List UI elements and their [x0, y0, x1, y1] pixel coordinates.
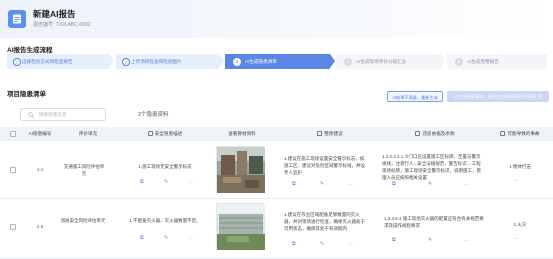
row-actions: ⧉ ✎ … [392, 181, 482, 187]
col-photo: 查看教材资料 [228, 131, 256, 136]
copy-icon[interactable]: ⧉ [392, 181, 396, 187]
report-logo-icon [8, 10, 26, 28]
row-actions: … [514, 235, 524, 241]
step-arrow [109, 54, 114, 68]
col-unit: 评价单元 [78, 131, 98, 136]
edit-icon[interactable]: ✎ [428, 237, 432, 243]
hazard-code: 1-2 [36, 224, 44, 229]
hazard-desc: 1.施工现场无安全警示标志 [138, 164, 192, 169]
suggestion: 1.建议在施工现场设置安全警示标志，如施工区、建议对危险区域警示标线，并设专人监… [284, 156, 365, 175]
row-actions: ⧉ ✎ … [392, 237, 482, 243]
row-checkbox[interactable] [10, 167, 16, 173]
check-icon: ✓ [13, 57, 21, 66]
edit-icon [500, 131, 506, 136]
consequence: 1.物体打击 [509, 164, 531, 169]
report-number-value: TXJLABC-0002 [55, 22, 91, 28]
step-arrow [441, 54, 446, 68]
table-header: AI隐患编号 评价单元 安全隐患描述 查看教材资料 整改建议 违反依据及条款 可… [0, 127, 553, 141]
table-row: 1-1 交通施工风险评估单元 1.施工现场无安全警示标志 ⧉ ✎ … 1.建议在… [0, 141, 553, 199]
hazard-photo[interactable] [216, 146, 265, 193]
step-arrow [219, 54, 224, 68]
suggestion: 1.建议在作业区域配备足够数量的灭火器，并对现场进行检查，确保灭火器处于可用状态… [284, 212, 365, 231]
row-actions: ⧉ ✎ … [140, 179, 200, 185]
step-5[interactable]: 5 AI生成完整报告 [447, 54, 547, 69]
more-icon[interactable]: … [514, 235, 519, 241]
more-icon[interactable]: … [188, 179, 193, 185]
row-checkbox[interactable] [10, 224, 16, 230]
step-4[interactable]: 4 AI生成现场评价分级汇总 [336, 54, 441, 69]
edit-icon[interactable]: ✎ [320, 241, 324, 247]
step-2[interactable]: ✓ 上传项目检查和检验图片 [116, 54, 219, 69]
select-all-checkbox[interactable] [10, 131, 16, 137]
hazard-count: 2个隐患资料 [138, 112, 169, 118]
next-step-button[interactable]: 以生成隐患清单，现在去生成现场评价分级汇总 [447, 91, 549, 102]
step-number: 4 [344, 57, 352, 66]
eval-unit: 消防安全风险评估单元 [60, 218, 106, 223]
eval-unit: 交通施工风险评估单元 [63, 164, 105, 176]
copy-icon[interactable]: ⧉ [140, 235, 144, 241]
page-header: 新建AI报告 报告编号: TXJLABC-0002 [0, 0, 553, 38]
row-actions: ⧉ ✎ … [140, 235, 200, 241]
more-icon[interactable]: … [348, 241, 353, 247]
copy-icon[interactable]: ⧉ [392, 237, 396, 243]
report-number-label: 报告编号 [33, 22, 54, 28]
regenerate-button[interactable]: AI结果不满意，重新生成 [387, 91, 443, 102]
copy-icon[interactable]: ⧉ [292, 241, 296, 247]
edit-icon[interactable]: ✎ [320, 181, 324, 187]
violation-basis: 1.3.2.4.2.1 ②门口应设置施工区标牌，至置与警示视线，注意行人...安… [382, 154, 481, 180]
violation-basis: 1.2.3.6.4 施工现场灭火器的配置应符合有关规范要求及操作规程要求 [384, 216, 484, 228]
process-steps: ✓ 选择检验方式和检查报告 ✓ 上传项目检查和检验图片 3 AI生成隐患清单 4… [7, 54, 547, 69]
copy-icon[interactable]: ⧉ [140, 179, 144, 185]
row-actions: ⧉ ✎ … [292, 241, 362, 247]
copy-icon[interactable]: ⧉ [292, 181, 296, 187]
hazard-code: 1-1 [36, 167, 44, 172]
edit-icon[interactable]: ✎ [428, 181, 432, 187]
page-title: 新建AI报告 [33, 9, 76, 19]
hazard-photo[interactable] [216, 203, 265, 250]
col-desc: 安全隐患描述 [125, 127, 205, 141]
col-basis: 违反依据及条款 [380, 127, 490, 141]
more-icon[interactable]: … [188, 235, 193, 241]
step-arrow [330, 54, 335, 68]
col-code: AI隐患编号 [28, 131, 52, 136]
more-icon[interactable]: … [464, 181, 469, 187]
table-row: 1-2 消防安全风险评估单元 1.不配备灭火器，灭火器数量不足。 ⧉ ✎ … 1… [0, 199, 553, 259]
col-consequence: 可能导致的事故 [490, 127, 550, 141]
edit-icon [415, 131, 421, 136]
step-3[interactable]: 3 AI生成隐患清单 [225, 54, 330, 69]
process-title: AI报告生成流程 [7, 47, 53, 54]
more-icon[interactable]: … [348, 181, 353, 187]
consequence: 1.火灾 [513, 222, 527, 227]
step-label: AI生成完整报告 [467, 59, 499, 64]
search-icon [28, 112, 34, 119]
hazard-list-title: 项目隐患清单 [7, 91, 46, 98]
check-icon: ✓ [122, 57, 130, 66]
step-label: 上传项目检查和检验图片 [131, 59, 182, 64]
step-label: AI生成现场评价分级汇总 [356, 59, 407, 64]
col-suggest: 整改建议 [285, 127, 375, 141]
more-icon[interactable]: … [514, 177, 519, 183]
step-number: 3 [233, 57, 241, 66]
search-input[interactable]: 搜索隐患信息 [20, 108, 106, 121]
edit-icon[interactable]: ✎ [164, 179, 168, 185]
edit-icon [147, 131, 153, 136]
more-icon[interactable]: … [464, 237, 469, 243]
step-number: 5 [455, 57, 463, 66]
hazard-desc: 1.不配备灭火器，灭火器数量不足。 [129, 218, 201, 223]
edit-icon [317, 131, 323, 136]
step-label: 选择检验方式和检查报告 [22, 59, 73, 64]
step-1[interactable]: ✓ 选择检验方式和检查报告 [7, 54, 109, 69]
edit-icon[interactable]: ✎ [164, 235, 168, 241]
row-actions: … [514, 177, 524, 183]
report-number: 报告编号: TXJLABC-0002 [33, 22, 91, 28]
row-actions: ⧉ ✎ … [292, 181, 362, 187]
step-label: AI生成隐患清单 [245, 59, 277, 64]
search-placeholder: 搜索隐患信息 [39, 112, 67, 117]
